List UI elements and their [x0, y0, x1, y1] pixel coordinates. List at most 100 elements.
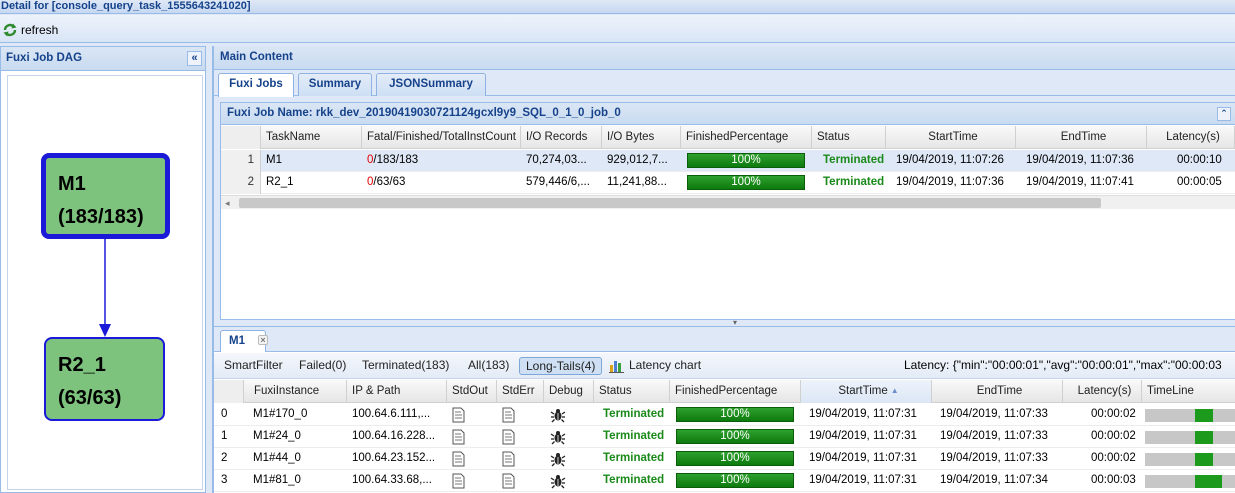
refresh-button[interactable]: refresh — [2, 21, 58, 39]
table-row[interactable]: 2 M1#44_0 100.64.23.152... Terminated 100% 19… — [214, 448, 1235, 470]
finished-total: /63/63 — [373, 176, 406, 188]
table-row[interactable]: 1 M1 0/183/183 70,274,03... 929,012,7...… — [221, 150, 1235, 172]
table-row[interactable]: 3 M1#81_0 100.64.33.68,... Terminated 100% 19… — [214, 470, 1235, 492]
debug-bug-icon[interactable] — [550, 407, 566, 426]
timeline-bar — [1145, 431, 1235, 444]
debug-bug-icon[interactable] — [550, 429, 566, 448]
column-header[interactable]: I/O Bytes — [602, 126, 681, 149]
column-header-sorted[interactable]: StartTime ▲ — [801, 380, 932, 403]
column-header[interactable]: TaskName — [261, 126, 362, 149]
fuxi-instance: M1#170_0 — [253, 408, 308, 420]
dag-node-name: M1 — [58, 173, 86, 195]
column-header[interactable]: EndTime — [932, 380, 1063, 403]
progress-bar: 100% — [676, 407, 794, 422]
stderr-icon[interactable] — [500, 473, 516, 492]
terminated-filter-button[interactable]: Terminated(183) — [360, 357, 451, 375]
dag-node-name: R2_1 — [58, 354, 106, 376]
status-text: Terminated — [823, 176, 885, 188]
dag-canvas: M1 (183/183) R2_1 (63/63) — [7, 75, 203, 490]
start-time: 19/04/2019, 11:07:31 — [809, 430, 917, 442]
progress-bar: 100% — [676, 429, 794, 444]
instance-tabbar: M1 × — [214, 327, 1235, 352]
failed-filter-button[interactable]: Failed(0) — [297, 357, 348, 375]
column-header[interactable]: StartTime — [886, 126, 1016, 149]
stdout-icon[interactable] — [450, 407, 466, 426]
start-time: 19/04/2019, 11:07:26 — [896, 154, 1004, 166]
column-header[interactable]: I/O Records — [521, 126, 602, 149]
dag-node-count: (183/183) — [58, 206, 144, 228]
table-row[interactable]: 1 M1#24_0 100.64.16.228... Terminated 100% 19… — [214, 426, 1235, 448]
timeline-fill — [1195, 475, 1222, 488]
io-records: 579,446/6,... — [526, 176, 590, 188]
column-header[interactable]: StdErr — [497, 380, 544, 403]
top-toolbar: refresh — [0, 15, 1235, 43]
column-header[interactable]: Fatal/Finished/TotalInstCount — [362, 126, 521, 149]
scrollbar-thumb[interactable] — [239, 198, 1101, 208]
tab-json-summary[interactable]: JSONSummary — [376, 73, 486, 96]
collapse-left-icon[interactable]: « — [187, 51, 202, 66]
column-header[interactable]: FinishedPercentage — [681, 126, 812, 149]
status-text: Terminated — [823, 154, 885, 166]
io-bytes: 929,012,7... — [607, 154, 668, 166]
column-header[interactable]: Latency(s) — [1147, 126, 1235, 149]
stderr-icon[interactable] — [500, 407, 516, 426]
inst-count: 0/183/183 — [362, 150, 521, 172]
end-time: 19/04/2019, 11:07:33 — [940, 452, 1048, 464]
stdout-icon[interactable] — [450, 451, 466, 470]
io-bytes: 11,241,88... — [607, 176, 667, 188]
dag-panel-header: Fuxi Job DAG — [1, 47, 205, 71]
scroll-left-icon[interactable]: ◂ — [225, 196, 230, 210]
long-tails-filter-button[interactable]: Long-Tails(4) — [519, 357, 603, 375]
ip-path[interactable]: 100.64.6.111,... — [347, 404, 447, 426]
ip-path[interactable]: 100.64.33.68,... — [347, 470, 447, 492]
column-header[interactable]: Status — [812, 126, 886, 149]
column-header[interactable]: Latency(s) — [1063, 380, 1142, 403]
debug-bug-icon[interactable] — [550, 451, 566, 470]
stdout-icon[interactable] — [450, 429, 466, 448]
horizontal-scrollbar[interactable]: ◂ — [221, 195, 1235, 209]
collapse-up-icon[interactable]: ⌃ — [1217, 107, 1231, 121]
start-time: 19/04/2019, 11:07:31 — [809, 474, 917, 486]
all-filter-button[interactable]: All(183) — [466, 357, 511, 375]
refresh-label: refresh — [21, 23, 59, 37]
latency: 00:00:05 — [1177, 176, 1222, 188]
refresh-icon — [3, 23, 17, 37]
column-header[interactable]: FuxiInstance — [244, 380, 347, 403]
dag-node-r2-1[interactable]: R2_1 (63/63) — [44, 337, 165, 421]
latency: 00:00:03 — [1091, 474, 1136, 486]
close-icon[interactable]: × — [258, 335, 268, 345]
task-name: R2_1 — [266, 176, 294, 188]
stdout-icon[interactable] — [450, 473, 466, 492]
finished-total: /183/183 — [373, 154, 419, 166]
timeline-fill — [1195, 453, 1213, 466]
tab-fuxi-jobs[interactable]: Fuxi Jobs — [218, 73, 294, 97]
dag-panel-title: Fuxi Job DAG — [6, 52, 83, 64]
instance-filter-toolbar: SmartFilter Failed(0) Terminated(183) Al… — [214, 353, 1235, 379]
table-row[interactable]: 2 R2_1 0/63/63 579,446/6,... 11,241,88..… — [221, 172, 1235, 194]
column-header[interactable]: IP & Path — [347, 380, 447, 403]
ip-path[interactable]: 100.64.16.228... — [347, 426, 447, 448]
end-time: 19/04/2019, 11:07:34 — [940, 474, 1048, 486]
tab-summary[interactable]: Summary — [298, 73, 372, 96]
column-header[interactable]: Status — [594, 380, 670, 403]
column-header[interactable]: FinishedPercentage — [670, 380, 801, 403]
column-header[interactable]: Debug — [544, 380, 594, 403]
timeline-bar — [1145, 453, 1235, 466]
smart-filter-button[interactable]: SmartFilter — [222, 357, 285, 375]
status-text: Terminated — [603, 474, 665, 486]
fuxi-instance: M1#24_0 — [253, 430, 301, 442]
latency-chart-button[interactable]: Latency chart — [607, 357, 703, 375]
dag-node-m1[interactable]: M1 (183/183) — [41, 153, 170, 239]
end-time: 19/04/2019, 11:07:36 — [1026, 154, 1134, 166]
debug-bug-icon[interactable] — [550, 473, 566, 492]
tab-m1[interactable]: M1 × — [220, 330, 268, 352]
stderr-icon[interactable] — [500, 451, 516, 470]
status-text: Terminated — [603, 430, 665, 442]
ip-path[interactable]: 100.64.23.152... — [347, 448, 447, 470]
column-header[interactable]: EndTime — [1016, 126, 1147, 149]
column-header[interactable]: TimeLine — [1142, 380, 1235, 403]
table-row[interactable]: 0 M1#170_0 100.64.6.111,... Terminated 100% 1… — [214, 404, 1235, 426]
stderr-icon[interactable] — [500, 429, 516, 448]
row-index: 3 — [221, 474, 228, 486]
column-header[interactable]: StdOut — [447, 380, 497, 403]
